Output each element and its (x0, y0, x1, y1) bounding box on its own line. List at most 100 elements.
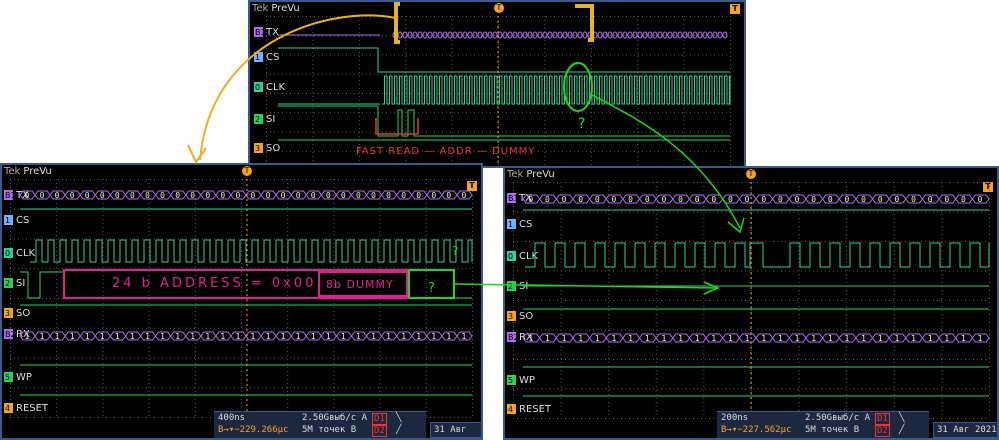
svg-text:0: 0 (281, 191, 286, 200)
svg-text:3: 3 (5, 309, 10, 318)
svg-text:1: 1 (311, 332, 316, 341)
channel-label-cs: 1 CS (254, 52, 279, 63)
svg-text:5: 5 (5, 373, 10, 382)
svg-text:0: 0 (266, 191, 271, 200)
svg-text:2: 2 (5, 279, 10, 288)
scope-window-right: Tek PreVu T T B1 TX 1 CS 0 CLK 2 SI 3 SO B2 RX 5 WP 4 RE… (503, 166, 999, 440)
channel-label-so: 3 SO (254, 143, 280, 154)
svg-text:0: 0 (40, 191, 45, 200)
clk-waveform (382, 75, 731, 105)
record-length-readout: 5M точек B (302, 425, 357, 435)
svg-text:1: 1 (25, 332, 30, 341)
d2-indicator: D2 (875, 425, 890, 437)
clk-waveform-b (780, 242, 990, 268)
svg-text:RESET: RESET (16, 403, 49, 414)
channel-label-cs: 1 CS (507, 219, 532, 230)
svg-text:0: 0 (251, 191, 256, 200)
d1-indicator: D1 (372, 413, 387, 425)
svg-text:0: 0 (160, 191, 165, 200)
tx-bus: 0000000000000000000000000000 (522, 194, 990, 204)
scope-window-left: Tek PreVu T T B1 TX 1 CS 0 CLK 2 SI 3 SO B2 RX 5 WP 4 RE… (0, 163, 483, 440)
svg-text:B2: B2 (5, 330, 16, 339)
date-box: 31 Авг 2021 (430, 422, 481, 438)
channel-label-wp: 5 WP (507, 375, 535, 386)
clk-waveform (30, 239, 473, 263)
svg-text:1: 1 (190, 332, 195, 341)
rx-bus: 1 1 1 1 1 1 1 1 1 1 1 1 1 1 1 1 1 1 1 1 1 1 1 1 1 1 1 1 1 1 (19, 331, 473, 341)
svg-text:1: 1 (220, 332, 225, 341)
d1-indicator: D1 (875, 413, 890, 425)
channel-label-clk: 0 CLK (507, 251, 539, 262)
svg-text:0: 0 (326, 191, 331, 200)
svg-text:CLK: CLK (16, 248, 36, 259)
channel-label-clk: 0 CLK (254, 82, 286, 93)
trigger-position-readout[interactable]: B→▾−229.266µc (218, 425, 288, 435)
svg-text:CS: CS (16, 215, 29, 226)
svg-text:1: 1 (341, 332, 346, 341)
status-bar: 200ns B→▾−227.562µc 2.50Gвыб/c A 5M точе… (717, 411, 929, 438)
svg-text:0: 0 (145, 191, 150, 200)
d2-edge-icon: ╱ (396, 425, 402, 435)
date-box: 31 Авг 2021 (933, 422, 997, 438)
svg-text:1: 1 (205, 332, 210, 341)
svg-text:1: 1 (431, 332, 436, 341)
svg-text:0: 0 (386, 191, 391, 200)
channel-label-cs: 1 CS (4, 215, 29, 226)
cs-waveform (278, 47, 730, 73)
sample-rate-readout: 2.50Gвыб/c A (805, 413, 871, 423)
trigger-position-readout[interactable]: B→▾−227.562µc (721, 425, 791, 435)
svg-text:1: 1 (386, 332, 391, 341)
channel-label-so: 3 SO (4, 308, 30, 319)
waveform-area-right: B1 TX1 CS0 CLK2 SI3 SOB2 RX5 WP4 RESET0 0 0 0 0 0 0 0 0 0… (507, 182, 990, 419)
svg-text:1: 1 (266, 332, 271, 341)
rx-bus: 1111111111111111111111111111 (522, 333, 990, 343)
svg-text:0: 0 (25, 191, 30, 200)
svg-text:1: 1 (70, 332, 75, 341)
svg-text:0: 0 (296, 191, 301, 200)
svg-text:0: 0 (341, 191, 346, 200)
svg-text:1: 1 (296, 332, 301, 341)
svg-text:3: 3 (255, 144, 260, 153)
channel-label-si: 2 SI (4, 278, 25, 289)
svg-text:0: 0 (311, 191, 316, 200)
svg-text:0: 0 (235, 191, 240, 200)
svg-text:SI: SI (266, 114, 275, 125)
waveform-area-left: B1 TX1 CS0 CLK2 SI3 SOB2 RX5 WP4 RESET0 0 0 0 0 0 0 0 0 0… (4, 179, 473, 418)
timebase-readout[interactable]: 400ns (218, 413, 245, 423)
svg-text:CS: CS (266, 52, 279, 63)
status-bar: 400ns B→▾−229.266µc 2.50Gвыб/c A 5M точе… (214, 411, 426, 438)
date-text: 31 Авг (434, 425, 467, 435)
waveform-area-top: B1 TX 1 CS 0 CLK 2 SI 3 SO (254, 16, 731, 166)
svg-text:1: 1 (160, 332, 165, 341)
svg-text:TX: TX (265, 27, 279, 38)
svg-text:1: 1 (356, 332, 361, 341)
svg-text:0: 0 (5, 249, 10, 258)
channel-label-so: 3 SO (507, 311, 533, 322)
svg-text:0: 0 (431, 191, 436, 200)
svg-text:B1: B1 (255, 28, 266, 37)
svg-text:0: 0 (461, 191, 466, 200)
svg-text:0: 0 (55, 191, 60, 200)
timebase-readout[interactable]: 200ns (721, 413, 748, 423)
svg-text:SO: SO (16, 308, 30, 319)
svg-text:2: 2 (255, 115, 260, 124)
date-text: 31 Авг (937, 425, 970, 435)
channel-label-reset: 4 RESET (4, 403, 49, 414)
svg-text:0: 0 (190, 191, 195, 200)
svg-text:SO: SO (266, 143, 280, 154)
svg-text:0: 0 (85, 191, 90, 200)
svg-text:1: 1 (401, 332, 406, 341)
svg-text:1: 1 (255, 53, 260, 62)
channel-label-tx: B1 TX (254, 27, 279, 38)
tx-bus: 0 0 0 0 0 0 0 0 0 0 0 0 0 0 0 0 0 0 0 0 0 0 0 0 0 0 0 0 0 0 (19, 190, 473, 200)
scope-window-top: Tek PreVu T T B1 TX 1 CS 0 CLK 2 SI 3 SO (248, 0, 746, 168)
svg-text:0: 0 (70, 191, 75, 200)
svg-text:1: 1 (85, 332, 90, 341)
svg-text:1: 1 (100, 332, 105, 341)
svg-text:1: 1 (115, 332, 120, 341)
svg-text:0: 0 (446, 191, 451, 200)
svg-text:0: 0 (220, 191, 225, 200)
record-length-readout: 5M точек B (805, 425, 860, 435)
svg-text:1: 1 (5, 216, 10, 225)
d2-indicator: D2 (372, 425, 387, 437)
